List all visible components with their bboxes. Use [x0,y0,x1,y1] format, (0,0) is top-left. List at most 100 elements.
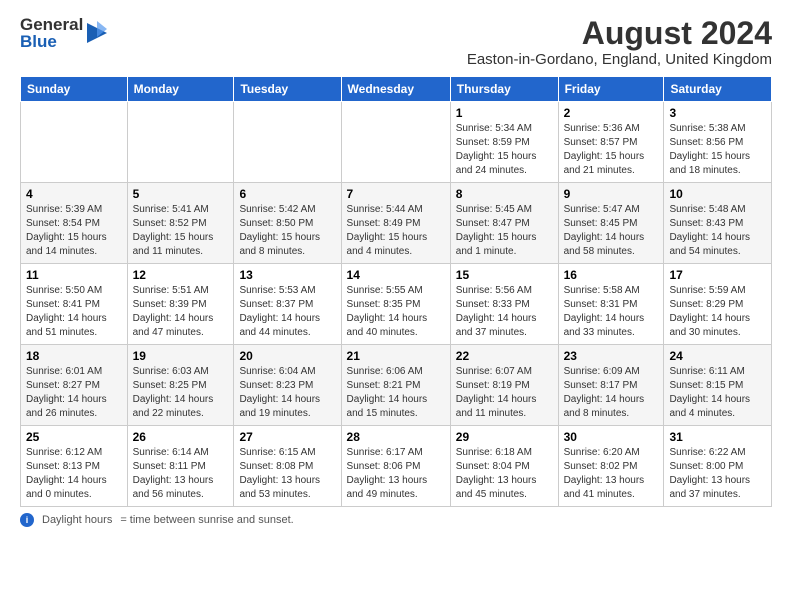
day-info: Sunrise: 6:20 AM Sunset: 8:02 PM Dayligh… [564,446,659,502]
calendar-cell: 31Sunrise: 6:22 AM Sunset: 8:00 PM Dayli… [664,426,772,507]
day-info: Sunrise: 6:04 AM Sunset: 8:23 PM Dayligh… [239,365,335,421]
day-info: Sunrise: 5:53 AM Sunset: 8:37 PM Dayligh… [239,284,335,340]
calendar-cell: 28 Sunrise: 6:17 AM Sunset: 8:06 PM Dayli… [341,426,450,507]
day-number: 2 [564,106,659,120]
calendar-cell: 22Sunrise: 6:07 AM Sunset: 8:19 PM Dayli… [450,345,558,426]
calendar-cell: 12 Sunrise: 5:51 AM Sunset: 8:39 PM Dayli… [127,264,234,345]
day-number: 14 [347,268,445,282]
calendar-week-row: 4 Sunrise: 5:39 AM Sunset: 8:54 PM Daylig… [21,183,772,264]
day-info: Sunrise: 5:39 AM Sunset: 8:54 PM Dayligh… [26,203,122,259]
day-info: Sunrise: 5:44 AM Sunset: 8:49 PM Dayligh… [347,203,445,259]
calendar-cell: 8 Sunrise: 5:45 AM Sunset: 8:47 PM Daylig… [450,183,558,264]
calendar-cell: 3 Sunrise: 5:38 AM Sunset: 8:56 PM Daylig… [664,102,772,183]
day-info: Sunrise: 6:11 AM Sunset: 8:15 PM Dayligh… [669,365,766,421]
day-number: 22 [456,349,553,363]
day-number: 15 [456,268,553,282]
calendar-day-header: Friday [558,77,664,102]
page: General Blue August 2024 Easton-in-Gorda… [0,0,792,612]
calendar-cell: 18 Sunrise: 6:01 AM Sunset: 8:27 PM Dayli… [21,345,128,426]
subtitle: Easton-in-Gordano, England, United Kingd… [467,51,772,68]
calendar-cell: 21Sunrise: 6:06 AM Sunset: 8:21 PM Dayli… [341,345,450,426]
footer-note-text: Daylight hours [42,514,112,526]
day-info: Sunrise: 6:09 AM Sunset: 8:17 PM Dayligh… [564,365,659,421]
day-info: Sunrise: 5:42 AM Sunset: 8:50 PM Dayligh… [239,203,335,259]
calendar-cell: 30 Sunrise: 6:20 AM Sunset: 8:02 PM Dayli… [558,426,664,507]
day-number: 7 [347,187,445,201]
day-info: Sunrise: 6:22 AM Sunset: 8:00 PM Dayligh… [669,446,766,502]
calendar-cell: 20Sunrise: 6:04 AM Sunset: 8:23 PM Dayli… [234,345,341,426]
calendar-cell: 7 Sunrise: 5:44 AM Sunset: 8:49 PM Daylig… [341,183,450,264]
day-info: Sunrise: 5:56 AM Sunset: 8:33 PM Dayligh… [456,284,553,340]
calendar-cell: 25Sunrise: 6:12 AM Sunset: 8:13 PM Dayli… [21,426,128,507]
main-title: August 2024 [467,16,772,51]
day-info: Sunrise: 6:01 AM Sunset: 8:27 PM Dayligh… [26,365,122,421]
day-info: Sunrise: 5:45 AM Sunset: 8:47 PM Dayligh… [456,203,553,259]
calendar-cell: 23 Sunrise: 6:09 AM Sunset: 8:17 PM Dayli… [558,345,664,426]
day-number: 19 [133,349,229,363]
calendar-cell: 10Sunrise: 5:48 AM Sunset: 8:43 PM Dayli… [664,183,772,264]
calendar-cell: 6Sunrise: 5:42 AM Sunset: 8:50 PM Daylig… [234,183,341,264]
calendar-week-row: 1Sunrise: 5:34 AM Sunset: 8:59 PM Daylig… [21,102,772,183]
calendar-day-header: Monday [127,77,234,102]
day-number: 27 [239,430,335,444]
day-info: Sunrise: 5:48 AM Sunset: 8:43 PM Dayligh… [669,203,766,259]
footer-note-extra: = time between sunrise and sunset. [120,514,293,526]
day-info: Sunrise: 6:15 AM Sunset: 8:08 PM Dayligh… [239,446,335,502]
day-number: 9 [564,187,659,201]
day-info: Sunrise: 6:03 AM Sunset: 8:25 PM Dayligh… [133,365,229,421]
calendar-header-row: SundayMondayTuesdayWednesdayThursdayFrid… [21,77,772,102]
calendar-cell: 27 Sunrise: 6:15 AM Sunset: 8:08 PM Dayli… [234,426,341,507]
calendar-cell: 29 Sunrise: 6:18 AM Sunset: 8:04 PM Dayli… [450,426,558,507]
day-info: Sunrise: 5:51 AM Sunset: 8:39 PM Dayligh… [133,284,229,340]
calendar-cell: 19 Sunrise: 6:03 AM Sunset: 8:25 PM Dayli… [127,345,234,426]
day-info: Sunrise: 5:50 AM Sunset: 8:41 PM Dayligh… [26,284,122,340]
calendar-cell: 15 Sunrise: 5:56 AM Sunset: 8:33 PM Dayli… [450,264,558,345]
calendar-day-header: Thursday [450,77,558,102]
calendar-cell: 16Sunrise: 5:58 AM Sunset: 8:31 PM Dayli… [558,264,664,345]
calendar-cell [127,102,234,183]
day-number: 25 [26,430,122,444]
calendar-cell: 17Sunrise: 5:59 AM Sunset: 8:29 PM Dayli… [664,264,772,345]
day-number: 13 [239,268,335,282]
day-number: 28 [347,430,445,444]
calendar-cell: 5Sunrise: 5:41 AM Sunset: 8:52 PM Daylig… [127,183,234,264]
calendar-cell [234,102,341,183]
day-number: 23 [564,349,659,363]
day-info: Sunrise: 5:38 AM Sunset: 8:56 PM Dayligh… [669,122,766,178]
day-info: Sunrise: 6:18 AM Sunset: 8:04 PM Dayligh… [456,446,553,502]
calendar-cell: 11Sunrise: 5:50 AM Sunset: 8:41 PM Dayli… [21,264,128,345]
logo-icon [85,19,109,47]
calendar-cell: 2Sunrise: 5:36 AM Sunset: 8:57 PM Daylig… [558,102,664,183]
logo: General Blue [20,16,109,50]
title-area: August 2024 Easton-in-Gordano, England, … [467,16,772,68]
day-info: Sunrise: 6:14 AM Sunset: 8:11 PM Dayligh… [133,446,229,502]
calendar-day-header: Saturday [664,77,772,102]
day-number: 4 [26,187,122,201]
day-number: 12 [133,268,229,282]
day-number: 24 [669,349,766,363]
header: General Blue August 2024 Easton-in-Gorda… [20,16,772,68]
calendar-week-row: 18 Sunrise: 6:01 AM Sunset: 8:27 PM Dayli… [21,345,772,426]
day-number: 26 [133,430,229,444]
calendar-day-header: Wednesday [341,77,450,102]
day-number: 29 [456,430,553,444]
day-number: 18 [26,349,122,363]
day-number: 17 [669,268,766,282]
day-info: Sunrise: 5:47 AM Sunset: 8:45 PM Dayligh… [564,203,659,259]
calendar-cell [341,102,450,183]
info-icon: i [20,513,34,527]
calendar-cell: 24 Sunrise: 6:11 AM Sunset: 8:15 PM Dayli… [664,345,772,426]
footer-note: i Daylight hours = time between sunrise … [20,513,772,527]
day-number: 3 [669,106,766,120]
calendar-cell: 9 Sunrise: 5:47 AM Sunset: 8:45 PM Daylig… [558,183,664,264]
day-info: Sunrise: 5:41 AM Sunset: 8:52 PM Dayligh… [133,203,229,259]
logo-blue: Blue [20,33,83,50]
day-info: Sunrise: 6:17 AM Sunset: 8:06 PM Dayligh… [347,446,445,502]
calendar-week-row: 25Sunrise: 6:12 AM Sunset: 8:13 PM Dayli… [21,426,772,507]
calendar-cell: 13 Sunrise: 5:53 AM Sunset: 8:37 PM Dayli… [234,264,341,345]
day-number: 30 [564,430,659,444]
day-info: Sunrise: 5:58 AM Sunset: 8:31 PM Dayligh… [564,284,659,340]
day-number: 8 [456,187,553,201]
calendar-cell: 26 Sunrise: 6:14 AM Sunset: 8:11 PM Dayli… [127,426,234,507]
day-info: Sunrise: 5:34 AM Sunset: 8:59 PM Dayligh… [456,122,553,178]
